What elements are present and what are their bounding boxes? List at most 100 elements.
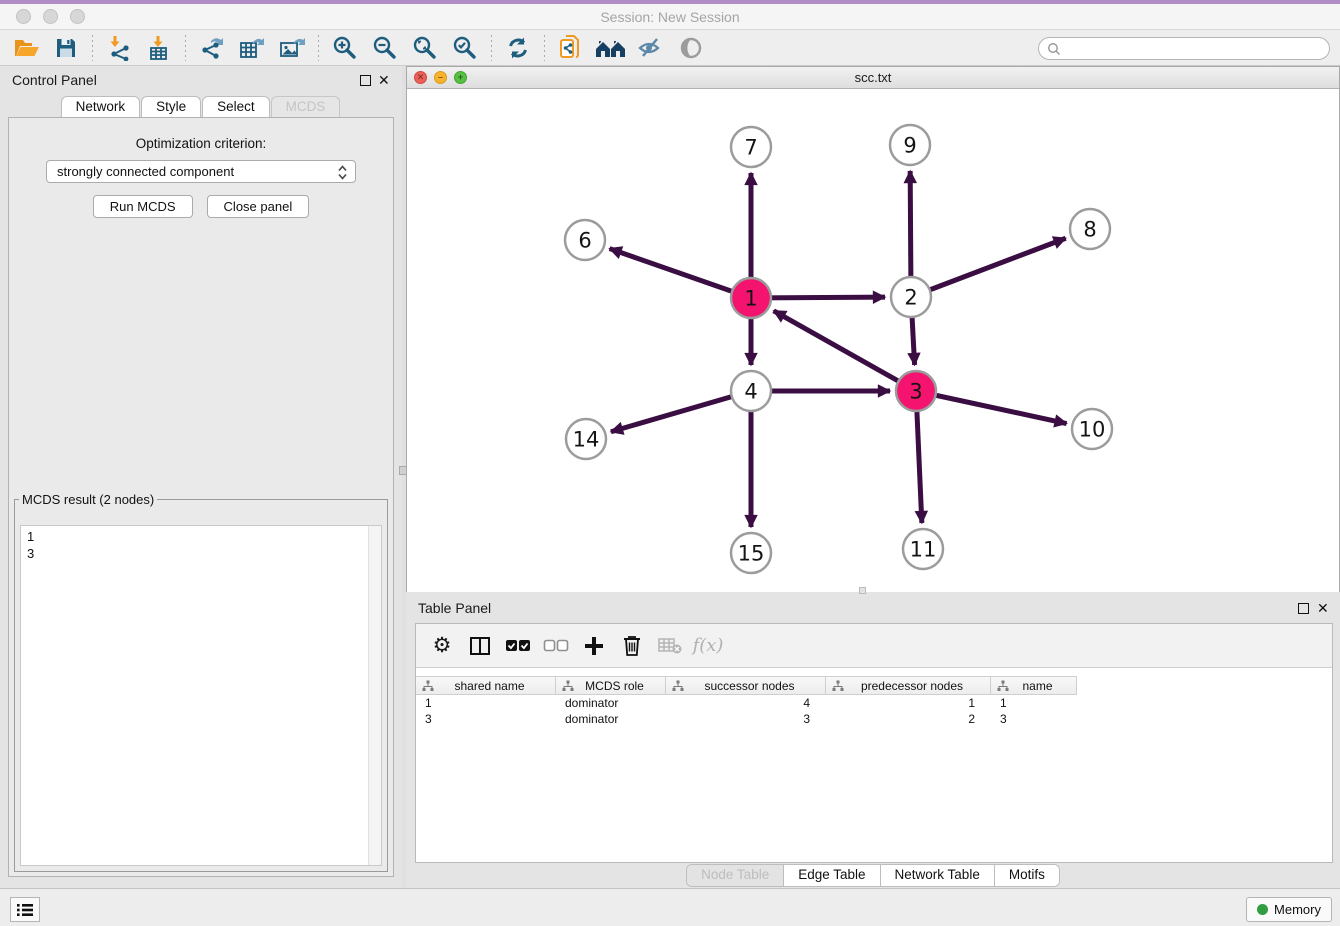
import-network-icon[interactable] — [99, 32, 139, 64]
graph-edge-3-10[interactable] — [916, 391, 1067, 424]
float-panel-icon[interactable] — [360, 75, 371, 86]
duplicate-network-icon[interactable] — [551, 32, 591, 64]
tab-network[interactable]: Network — [61, 96, 141, 117]
svg-text:4: 4 — [744, 380, 757, 404]
result-scrollbar[interactable] — [368, 526, 381, 865]
tab-motifs[interactable]: Motifs — [995, 865, 1059, 886]
table-cell[interactable]: 1 — [826, 696, 991, 710]
delete-table-icon[interactable] — [654, 630, 686, 662]
houses-icon[interactable] — [591, 32, 631, 64]
table-cell[interactable]: 1 — [991, 696, 1077, 710]
close-panel-button[interactable]: Close panel — [207, 195, 310, 218]
toolbar-separator — [491, 35, 492, 61]
graph-node-7[interactable]: 7 — [731, 127, 771, 167]
zoom-selected-icon[interactable] — [445, 32, 485, 64]
close-table-panel-icon[interactable]: ✕ — [1317, 600, 1329, 617]
deselect-all-icon[interactable] — [540, 630, 572, 662]
graph-node-9[interactable]: 9 — [890, 125, 930, 165]
node-table: ⚙ f(x) shared nameMCDS rolesuccessor nod… — [415, 623, 1333, 863]
svg-text:14: 14 — [573, 428, 600, 452]
svg-text:10: 10 — [1079, 418, 1106, 442]
os-titlebar: Session: New Session — [0, 4, 1340, 30]
graph-node-11[interactable]: 11 — [903, 529, 943, 569]
tab-node-table[interactable]: Node Table — [687, 865, 784, 886]
add-icon[interactable] — [578, 630, 610, 662]
close-panel-icon[interactable]: ✕ — [378, 72, 390, 89]
memory-label: Memory — [1274, 902, 1321, 917]
save-session-icon[interactable] — [46, 32, 86, 64]
toolbar-separator — [544, 35, 545, 61]
toolbar-separator — [318, 35, 319, 61]
criterion-dropdown[interactable]: strongly connected component — [46, 160, 356, 183]
criterion-value: strongly connected component — [57, 164, 234, 179]
svg-text:3: 3 — [909, 380, 922, 404]
graph-edge-2-8[interactable] — [911, 238, 1066, 297]
refresh-icon[interactable] — [498, 32, 538, 64]
svg-text:15: 15 — [738, 542, 765, 566]
task-list-icon[interactable] — [10, 897, 40, 922]
table-cell[interactable]: 3 — [416, 712, 556, 726]
import-table-icon[interactable] — [139, 32, 179, 64]
gear-icon[interactable]: ⚙ — [426, 630, 458, 662]
column-header-predecessor-nodes[interactable]: predecessor nodes — [826, 677, 991, 694]
tab-network-table[interactable]: Network Table — [881, 865, 995, 886]
open-file-icon[interactable] — [6, 32, 46, 64]
split-view-icon[interactable] — [464, 630, 496, 662]
appearance-icon[interactable] — [671, 32, 711, 64]
table-row[interactable]: 1dominator411 — [416, 695, 1332, 711]
search-input[interactable] — [1065, 40, 1321, 57]
network-graph[interactable]: 7 9 6 8 1 2 4 3 14 10 15 11 — [407, 89, 1339, 592]
table-cell[interactable]: 3 — [991, 712, 1077, 726]
graph-node-15[interactable]: 15 — [731, 533, 771, 573]
column-header-name[interactable]: name — [991, 677, 1077, 694]
graph-node-3[interactable]: 3 — [896, 371, 936, 411]
graph-edge-1-6[interactable] — [610, 249, 751, 298]
run-mcds-button[interactable]: Run MCDS — [93, 195, 193, 218]
table-cell[interactable]: 4 — [666, 696, 826, 710]
table-cell[interactable]: 1 — [416, 696, 556, 710]
select-all-icon[interactable] — [502, 630, 534, 662]
memory-button[interactable]: Memory — [1246, 897, 1332, 922]
export-network-icon[interactable] — [192, 32, 232, 64]
graph-node-1[interactable]: 1 — [731, 278, 771, 318]
tab-style[interactable]: Style — [141, 96, 201, 117]
graph-node-2[interactable]: 2 — [891, 277, 931, 317]
graph-node-6[interactable]: 6 — [565, 220, 605, 260]
mcds-result-group: MCDS result (2 nodes) 13 — [14, 492, 388, 872]
hide-panels-icon[interactable] — [631, 32, 671, 64]
table-cell[interactable]: 2 — [826, 712, 991, 726]
table-header-row: shared nameMCDS rolesuccessor nodesprede… — [416, 676, 1077, 695]
graph-node-4[interactable]: 4 — [731, 371, 771, 411]
function-icon: f(x) — [692, 630, 724, 662]
table-cell[interactable]: 3 — [666, 712, 826, 726]
column-header-MCDS-role[interactable]: MCDS role — [556, 677, 666, 694]
zoom-fit-icon[interactable] — [405, 32, 445, 64]
tab-select[interactable]: Select — [202, 96, 270, 117]
export-table-icon[interactable] — [232, 32, 272, 64]
tab-edge-table[interactable]: Edge Table — [784, 865, 880, 886]
column-header-shared-name[interactable]: shared name — [416, 677, 556, 694]
graph-edge-3-1[interactable] — [774, 311, 916, 391]
network-resize-grip[interactable] — [859, 587, 866, 594]
network-window-titlebar[interactable]: ✕ – + scc.txt — [407, 67, 1339, 89]
optimization-label: Optimization criterion: — [9, 136, 393, 151]
tab-mcds[interactable]: MCDS — [271, 96, 341, 117]
zoom-in-icon[interactable] — [325, 32, 365, 64]
graph-edge-4-14[interactable] — [611, 391, 751, 432]
export-image-icon[interactable] — [272, 32, 312, 64]
mcds-result-text[interactable]: 13 — [20, 525, 382, 866]
svg-text:8: 8 — [1083, 218, 1096, 242]
control-panel-title: Control Panel — [12, 72, 97, 88]
float-table-panel-icon[interactable] — [1298, 603, 1309, 614]
table-row[interactable]: 3dominator323 — [416, 711, 1332, 727]
table-cell[interactable]: dominator — [556, 712, 666, 726]
table-panel-title: Table Panel — [418, 600, 491, 616]
graph-node-14[interactable]: 14 — [566, 419, 606, 459]
trash-icon[interactable] — [616, 630, 648, 662]
graph-node-10[interactable]: 10 — [1072, 409, 1112, 449]
table-cell[interactable]: dominator — [556, 696, 666, 710]
graph-node-8[interactable]: 8 — [1070, 209, 1110, 249]
application-window: Session: New Session — [0, 0, 1340, 926]
column-header-successor-nodes[interactable]: successor nodes — [666, 677, 826, 694]
zoom-out-icon[interactable] — [365, 32, 405, 64]
